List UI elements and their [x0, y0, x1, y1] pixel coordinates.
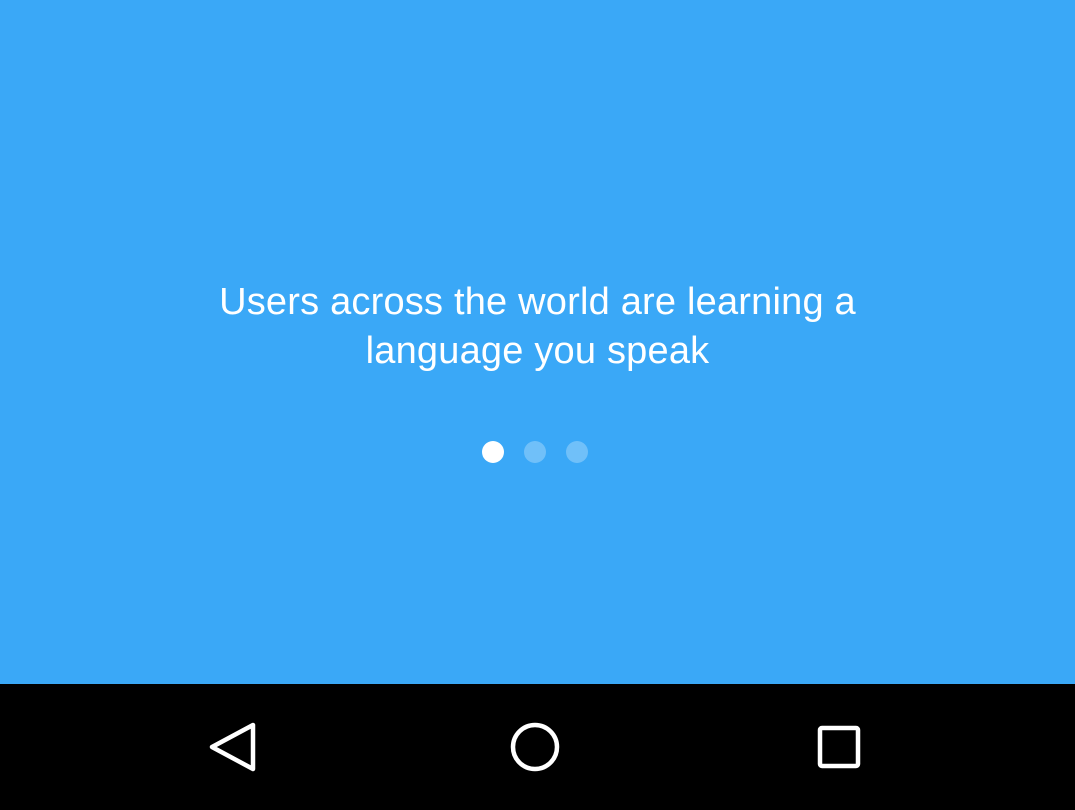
page-indicator-dot-3[interactable] [566, 441, 588, 463]
page-indicator-dot-1[interactable] [482, 441, 504, 463]
recents-button[interactable] [794, 702, 884, 792]
recents-icon [817, 725, 861, 769]
back-button[interactable] [187, 702, 277, 792]
home-button[interactable] [490, 702, 580, 792]
back-icon [209, 722, 256, 772]
system-navigation-bar [0, 684, 1075, 810]
page-indicator [0, 441, 1075, 463]
onboarding-page[interactable]: Users across the world are learning a la… [0, 0, 1075, 684]
page-indicator-dot-2[interactable] [524, 441, 546, 463]
onboarding-message: Users across the world are learning a la… [0, 278, 1075, 376]
onboarding-message-line-2: language you speak [365, 330, 710, 372]
screen: Users across the world are learning a la… [0, 0, 1075, 810]
home-icon [510, 722, 560, 772]
onboarding-message-line-1: Users across the world are learning a [219, 281, 856, 323]
